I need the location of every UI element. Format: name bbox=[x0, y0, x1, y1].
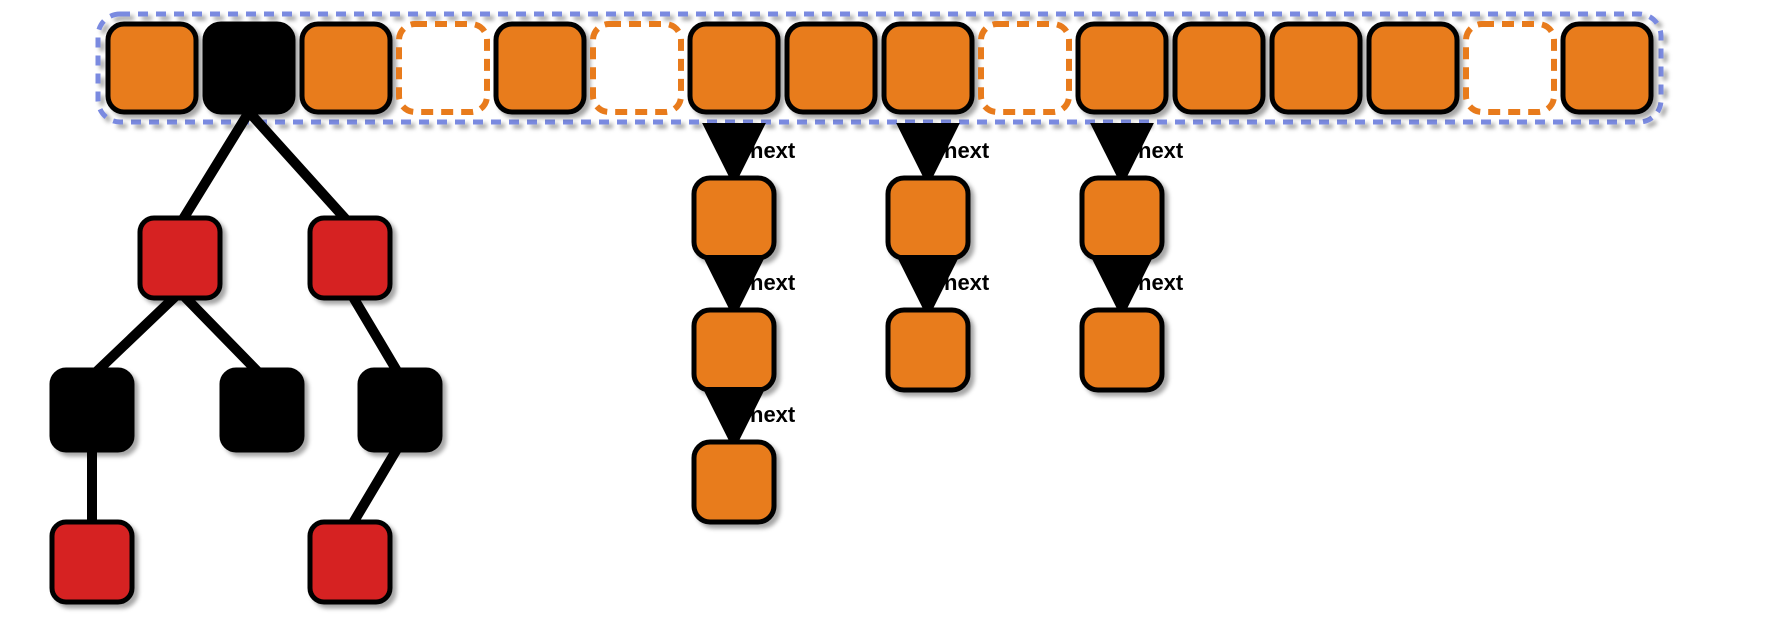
array-slot-empty bbox=[593, 24, 681, 112]
array-slot-orange bbox=[302, 24, 390, 112]
array-slot-orange bbox=[1563, 24, 1651, 112]
tree-node-black bbox=[360, 370, 440, 450]
chain-label-next: next bbox=[1138, 138, 1184, 163]
array-slot-orange bbox=[108, 24, 196, 112]
tree-node-black bbox=[52, 370, 132, 450]
chain-node bbox=[694, 178, 774, 258]
tree-node-red bbox=[140, 218, 220, 298]
array-slot-black bbox=[205, 24, 293, 112]
tree-node-red bbox=[310, 218, 390, 298]
chain-label-next: next bbox=[750, 402, 796, 427]
array-slot-orange bbox=[884, 24, 972, 112]
tree-edge bbox=[350, 292, 400, 376]
array-slot-orange bbox=[496, 24, 584, 112]
array-slot-orange bbox=[1272, 24, 1360, 112]
tree-edge bbox=[180, 292, 262, 376]
chain-node bbox=[694, 442, 774, 522]
array-slot-empty bbox=[1466, 24, 1554, 112]
array-slot-orange bbox=[690, 24, 778, 112]
tree-node-red bbox=[310, 522, 390, 602]
chain-label-next: next bbox=[944, 138, 990, 163]
tree-edge bbox=[249, 112, 350, 224]
array-slot-empty bbox=[399, 24, 487, 112]
chain-node bbox=[888, 178, 968, 258]
chain-node bbox=[888, 310, 968, 390]
tree-edge bbox=[350, 444, 400, 528]
chain-node bbox=[1082, 310, 1162, 390]
chain-label-next: next bbox=[944, 270, 990, 295]
chain-label-next: next bbox=[1138, 270, 1184, 295]
chain-node bbox=[694, 310, 774, 390]
diagram-root: next next next next next next next bbox=[0, 0, 1776, 626]
array-slot-orange bbox=[1175, 24, 1263, 112]
tree-edge bbox=[180, 112, 249, 224]
array-slot-orange bbox=[1078, 24, 1166, 112]
tree-node-red bbox=[52, 522, 132, 602]
tree-edge bbox=[92, 292, 180, 376]
chain-node bbox=[1082, 178, 1162, 258]
chain-label-next: next bbox=[750, 138, 796, 163]
tree-node-black bbox=[222, 370, 302, 450]
array-slot-empty bbox=[981, 24, 1069, 112]
array-slot-orange bbox=[787, 24, 875, 112]
array-slot-orange bbox=[1369, 24, 1457, 112]
chain-label-next: next bbox=[750, 270, 796, 295]
